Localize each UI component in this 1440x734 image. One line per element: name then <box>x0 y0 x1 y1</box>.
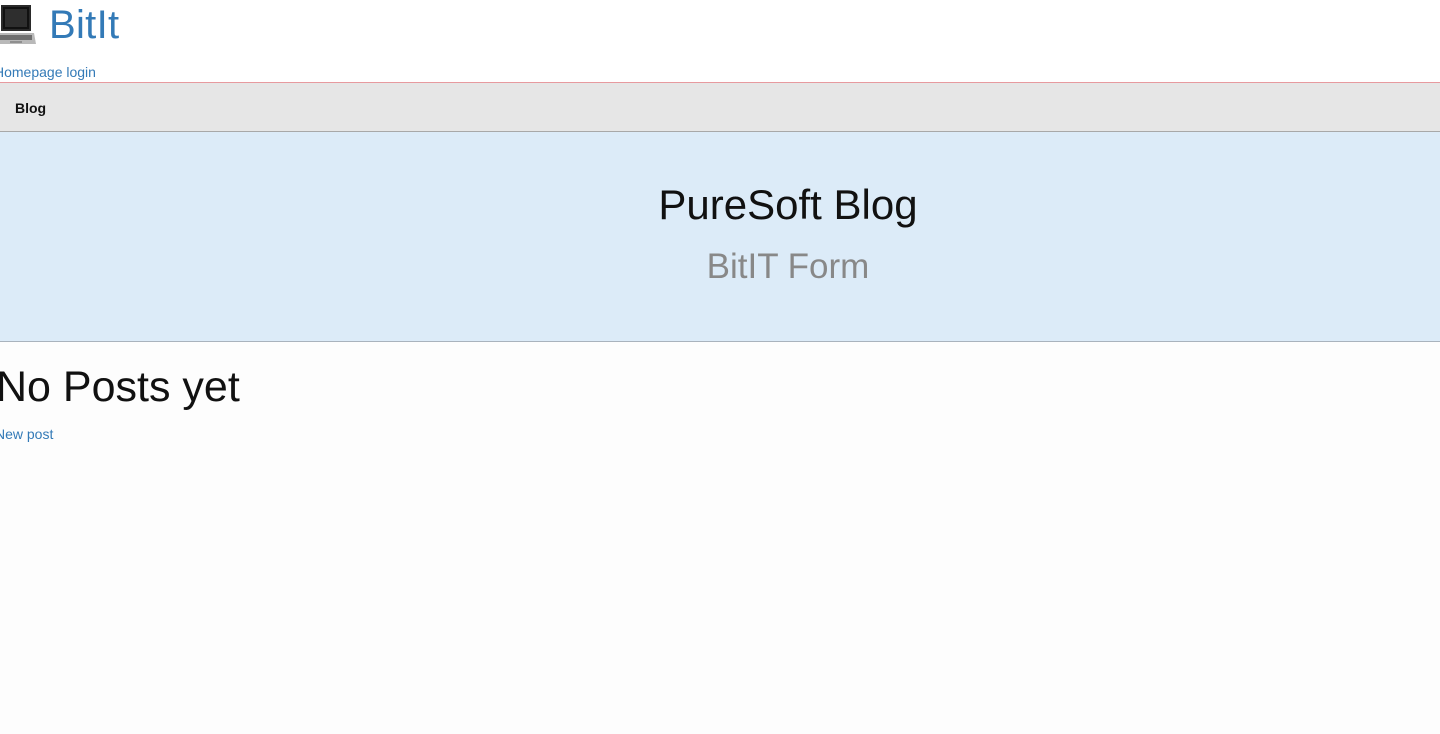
brand-logo-link[interactable]: BitIt <box>0 0 119 50</box>
nav-item-blog[interactable]: Blog <box>15 99 46 117</box>
hero-title: PureSoft Blog <box>658 181 918 228</box>
hero-banner: PureSoft Blog BitIT Form <box>0 132 1440 342</box>
main-navbar: Blog <box>0 83 1440 132</box>
no-posts-heading: No Posts yet <box>0 363 240 411</box>
homepage-login-link[interactable]: Homepage login <box>0 63 96 81</box>
brand-name[interactable]: BitIt <box>49 0 119 50</box>
laptop-icon <box>0 5 36 44</box>
new-post-link[interactable]: New post <box>0 425 53 443</box>
site-header: BitIt Homepage login <box>0 0 1440 83</box>
hero-subtitle: BitIT Form <box>706 247 870 286</box>
